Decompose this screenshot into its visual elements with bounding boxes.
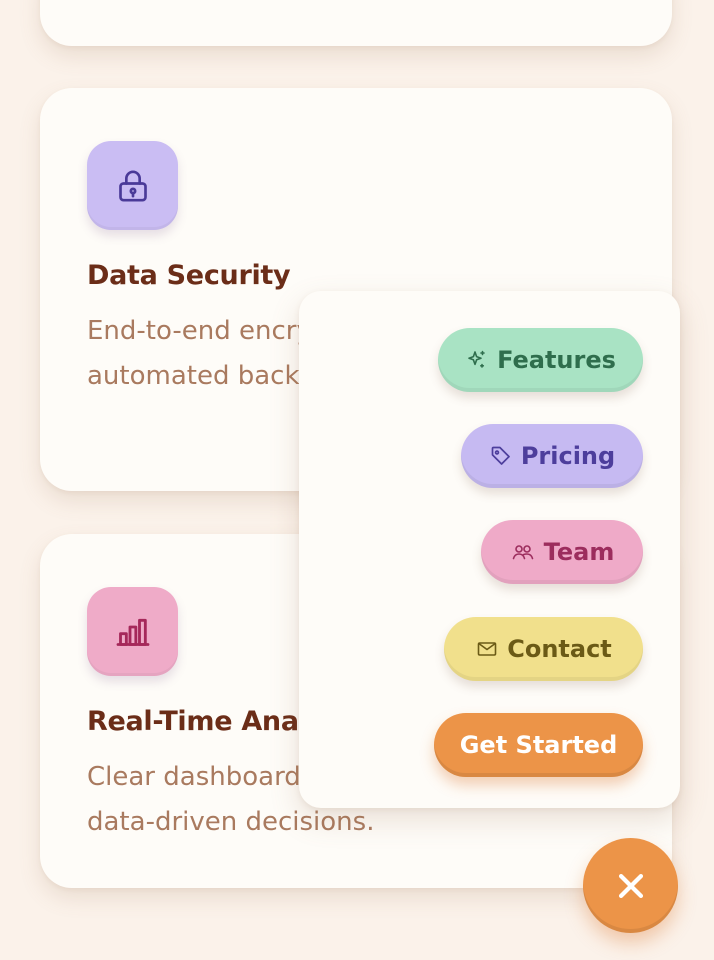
mail-icon	[477, 642, 497, 656]
close-icon	[618, 873, 643, 898]
menu-item-pricing[interactable]: Pricing	[461, 424, 643, 488]
menu-item-label: Team	[543, 538, 615, 566]
fab-close-button[interactable]	[583, 838, 678, 933]
card-title: Data Security	[87, 260, 291, 291]
sparkle-icon	[468, 350, 485, 368]
menu-item-features[interactable]: Features	[438, 328, 643, 392]
feature-card-top	[40, 0, 672, 46]
lock-icon	[118, 170, 147, 201]
fab-menu-panel: Features Pricing Team Contact Get Starte…	[299, 291, 680, 808]
users-icon	[512, 545, 533, 560]
menu-item-label: Contact	[507, 635, 612, 663]
get-started-button[interactable]: Get Started	[434, 713, 643, 777]
feature-icon-tile	[87, 587, 178, 676]
menu-item-label: Features	[497, 346, 616, 374]
bar-chart-icon	[116, 618, 149, 646]
menu-item-label: Pricing	[520, 442, 616, 470]
menu-item-team[interactable]: Team	[481, 520, 643, 584]
cta-label: Get Started	[459, 731, 618, 759]
tag-icon	[491, 446, 510, 465]
feature-icon-tile	[87, 141, 178, 230]
menu-item-contact[interactable]: Contact	[444, 617, 643, 681]
